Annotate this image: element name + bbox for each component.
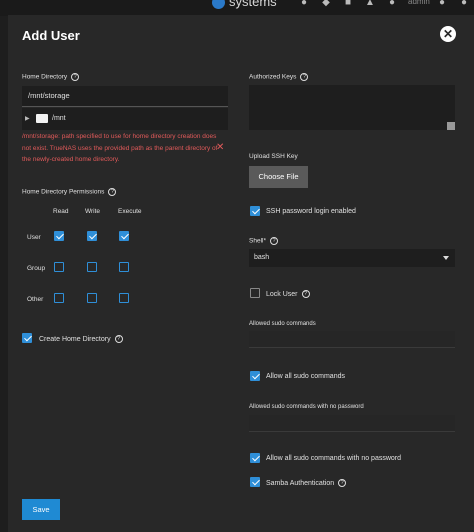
- create-home-directory-checkbox[interactable]: [22, 333, 32, 343]
- gear-icon[interactable]: ●: [436, 0, 448, 8]
- help-icon[interactable]: ?: [300, 73, 309, 81]
- other-execute-checkbox[interactable]: [119, 293, 129, 303]
- add-user-dialog: Add User ✕ Home Directory? /mnt/storage …: [8, 15, 474, 532]
- brand-name: systems: [229, 0, 277, 9]
- user-write-checkbox[interactable]: [87, 231, 97, 241]
- user-read-checkbox[interactable]: [54, 231, 64, 241]
- home-directory-error: /mnt/storage: path specified to use for …: [22, 133, 218, 163]
- save-button[interactable]: Save: [22, 499, 60, 520]
- help-icon[interactable]: ?: [338, 479, 347, 487]
- allowed-sudo-nopass-input[interactable]: [249, 415, 455, 432]
- user-menu[interactable]: admin: [408, 0, 430, 6]
- help-icon[interactable]: ?: [71, 73, 80, 81]
- shell-value: bash: [254, 254, 270, 261]
- samba-auth-label: Samba Authentication?: [266, 479, 347, 487]
- allow-all-sudo-nopass-label: Allow all sudo commands with no password: [266, 455, 402, 462]
- group-execute-checkbox[interactable]: [119, 262, 129, 272]
- allowed-sudo-label: Allowed sudo commands: [249, 321, 316, 327]
- authorized-keys-textarea[interactable]: [249, 85, 455, 130]
- home-directory-value: /mnt/storage: [28, 91, 70, 100]
- settings-cube-icon[interactable]: ◆: [320, 0, 332, 8]
- perm-row-user: User: [27, 234, 41, 241]
- home-permissions-label: Home Directory Permissions?: [22, 188, 117, 196]
- allow-all-sudo-label: Allow all sudo commands: [266, 373, 345, 380]
- shell-label: Shell*?: [249, 237, 278, 245]
- dialog-header: Add User ✕: [8, 15, 474, 55]
- tree-item-mnt[interactable]: /mnt: [52, 115, 66, 122]
- perm-col-read: Read: [53, 208, 69, 215]
- user-execute-checkbox[interactable]: [119, 231, 129, 241]
- alerts-icon[interactable]: ▲: [364, 0, 376, 8]
- other-read-checkbox[interactable]: [54, 293, 64, 303]
- other-write-checkbox[interactable]: [87, 293, 97, 303]
- help-icon[interactable]: ?: [108, 188, 117, 196]
- ssh-password-login-label: SSH password login enabled: [266, 208, 356, 215]
- samba-auth-checkbox[interactable]: [250, 477, 260, 487]
- lock-user-label: Lock User?: [266, 290, 310, 298]
- close-icon[interactable]: ✕: [440, 26, 456, 42]
- perm-col-execute: Execute: [118, 208, 142, 215]
- group-write-checkbox[interactable]: [87, 262, 97, 272]
- perm-row-other: Other: [27, 296, 44, 303]
- truenas-logo-icon: [212, 0, 225, 10]
- dialog-title: Add User: [22, 28, 80, 43]
- perm-row-group: Group: [27, 265, 46, 272]
- directory-tree[interactable]: ▶ /mnt: [22, 108, 228, 130]
- shell-select[interactable]: bash: [249, 249, 455, 267]
- help-icon[interactable]: ?: [270, 237, 278, 245]
- error-close-icon: ✕: [216, 142, 225, 153]
- folder-icon: [36, 114, 48, 123]
- home-directory-input[interactable]: /mnt/storage: [22, 86, 228, 107]
- group-read-checkbox[interactable]: [54, 262, 64, 272]
- home-directory-label: Home Directory?: [22, 73, 80, 81]
- allow-all-sudo-checkbox[interactable]: [250, 371, 260, 381]
- allow-all-sudo-nopass-checkbox[interactable]: [250, 453, 260, 463]
- tasks-icon[interactable]: ■: [342, 0, 354, 8]
- top-bar: systems ● ◆ ■ ▲ ● admin ● ●: [0, 0, 474, 16]
- chevron-down-icon: [443, 256, 449, 260]
- perm-col-write: Write: [85, 208, 101, 215]
- allowed-sudo-nopass-label: Allowed sudo commands with no password: [249, 404, 364, 410]
- brand-logo[interactable]: systems: [212, 0, 277, 10]
- authorized-keys-label: Authorized Keys?: [249, 73, 309, 81]
- help-icon[interactable]: ?: [301, 290, 310, 298]
- create-home-directory-label: Create Home Directory?: [39, 335, 123, 343]
- allowed-sudo-input[interactable]: [249, 331, 455, 348]
- choose-file-button[interactable]: Choose File: [249, 166, 308, 188]
- expand-arrow-icon[interactable]: ▶: [25, 115, 30, 122]
- power-icon[interactable]: ●: [458, 0, 470, 8]
- lock-user-checkbox[interactable]: [250, 288, 260, 298]
- notifications-icon[interactable]: ●: [386, 0, 398, 8]
- resize-handle[interactable]: [447, 122, 455, 130]
- ssh-password-login-checkbox[interactable]: [250, 206, 260, 216]
- help-icon[interactable]: ?: [114, 335, 123, 343]
- upload-ssh-key-label: Upload SSH Key: [249, 153, 298, 160]
- ix-systems-icon[interactable]: ●: [298, 0, 310, 8]
